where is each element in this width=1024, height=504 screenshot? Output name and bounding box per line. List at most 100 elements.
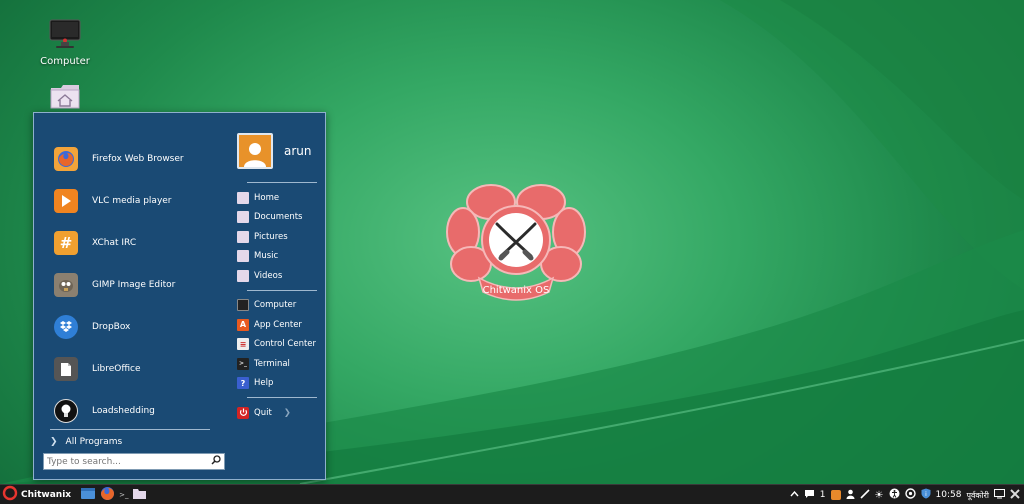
clock[interactable]: 10:58 (936, 490, 962, 500)
app-vlc[interactable]: VLC media player (54, 180, 184, 222)
system-label: Control Center (254, 339, 317, 350)
app-label: GIMP Image Editor (92, 280, 176, 290)
quick-launch: >_ (76, 486, 147, 504)
folder-home-icon (31, 82, 99, 113)
rss-indicator[interactable] (830, 490, 841, 500)
user-name: arun (284, 144, 312, 158)
search-input[interactable] (44, 454, 204, 469)
quit-button[interactable]: Quit ❯ (237, 403, 317, 423)
system-tray: 1 ☀ i 10:58 पूर्वकोरी (785, 485, 1020, 504)
chat-indicator[interactable] (804, 489, 815, 502)
start-menu-button[interactable]: Chitwanix (2, 485, 71, 504)
app-label: XChat IRC (92, 238, 137, 248)
close-icon (1010, 488, 1020, 502)
all-programs-label: All Programs (65, 437, 123, 447)
chitwanix-logo: Chitwanix OS (446, 184, 586, 301)
brightness-indicator[interactable]: ☀ (875, 490, 884, 501)
rss-icon (830, 490, 841, 500)
security-indicator[interactable]: i (921, 488, 931, 502)
chitwanix-start-icon (2, 485, 18, 504)
user-icon (846, 489, 855, 502)
folder-home-icon (237, 191, 249, 204)
help-icon: ? (237, 377, 249, 390)
places-list: Home Documents Pictures Music Videos Com… (237, 182, 317, 423)
folder-icon (132, 487, 147, 503)
system-divider (247, 289, 317, 291)
place-label: Music (254, 251, 279, 262)
pen-indicator[interactable] (859, 488, 870, 502)
folder-music-icon (237, 250, 249, 263)
sun-icon: ☀ (874, 489, 884, 501)
shield-icon: i (921, 488, 931, 502)
show-desktop-launcher[interactable] (80, 486, 96, 503)
folder-videos-icon (237, 269, 249, 282)
search-icon (211, 455, 221, 468)
app-label: LibreOffice (92, 364, 141, 374)
app-label: VLC media player (92, 196, 172, 206)
vlc-icon (54, 189, 78, 213)
display-icon (994, 488, 1005, 502)
display-indicator[interactable] (994, 488, 1005, 502)
place-label: Pictures (254, 231, 288, 242)
tray-expand-button[interactable] (790, 490, 799, 500)
firefox-launcher[interactable] (100, 486, 115, 504)
accessibility-icon (889, 488, 900, 502)
place-documents[interactable]: Documents (237, 208, 317, 228)
desktop-icon-home[interactable] (31, 82, 99, 116)
dropbox-icon (54, 315, 78, 339)
system-terminal[interactable]: >_ Terminal (237, 354, 317, 374)
firefox-icon (100, 486, 115, 504)
firefox-icon (54, 147, 78, 171)
avatar (237, 133, 273, 169)
logo-text: Chitwanix OS (483, 285, 550, 296)
libreoffice-icon (54, 357, 78, 381)
loadshedding-icon (54, 399, 78, 423)
app-xchat[interactable]: # XChat IRC (54, 222, 184, 264)
file-manager-launcher[interactable] (132, 487, 147, 503)
app-label: Firefox Web Browser (92, 154, 184, 164)
app-center-icon: A (237, 318, 249, 331)
user-indicator[interactable] (846, 489, 855, 502)
system-computer[interactable]: Computer (237, 296, 317, 316)
terminal-launcher[interactable]: >_ (119, 491, 128, 499)
place-home[interactable]: Home (237, 188, 317, 208)
start-label: Chitwanix (21, 489, 72, 500)
search-box[interactable] (43, 453, 225, 470)
taskbar: Chitwanix >_ 1 ☀ i 10:58 पूर्वकोरी (0, 484, 1024, 504)
desktop-icon-computer[interactable]: Computer (31, 18, 99, 67)
keyboard-layout[interactable]: पूर्वकोरी (966, 490, 989, 501)
system-app-center[interactable]: A App Center (237, 315, 317, 335)
updates-indicator[interactable] (904, 488, 916, 502)
place-label: Home (254, 192, 280, 203)
computer-icon (31, 18, 99, 53)
terminal-icon: >_ (119, 490, 129, 499)
chat-icon (804, 489, 815, 502)
control-center-icon: ≡ (237, 338, 249, 351)
close-panel-button[interactable] (1010, 488, 1020, 502)
places-divider (247, 182, 317, 183)
system-label: Help (254, 378, 274, 389)
app-loadshedding[interactable]: Loadshedding (54, 390, 184, 432)
place-videos[interactable]: Videos (237, 266, 317, 286)
accessibility-indicator[interactable] (889, 488, 900, 502)
system-control-center[interactable]: ≡ Control Center (237, 335, 317, 355)
settings-icon (904, 488, 916, 502)
power-icon (237, 406, 249, 419)
app-libreoffice[interactable]: LibreOffice (54, 348, 184, 390)
terminal-icon: >_ (237, 357, 249, 370)
all-programs-button[interactable]: ❯ All Programs (50, 437, 122, 447)
place-pictures[interactable]: Pictures (237, 227, 317, 247)
app-firefox[interactable]: Firefox Web Browser (54, 138, 184, 180)
notification-count[interactable]: 1 (820, 490, 826, 500)
place-label: Videos (254, 270, 283, 281)
app-label: Loadshedding (92, 406, 155, 416)
user-header[interactable]: arun (237, 133, 312, 169)
app-dropbox[interactable]: DropBox (54, 306, 184, 348)
system-label: App Center (254, 319, 302, 330)
place-music[interactable]: Music (237, 247, 317, 267)
system-label: Terminal (254, 358, 290, 369)
system-help[interactable]: ? Help (237, 374, 317, 394)
folder-documents-icon (237, 211, 249, 224)
place-label: Documents (254, 212, 303, 223)
app-gimp[interactable]: GIMP Image Editor (54, 264, 184, 306)
